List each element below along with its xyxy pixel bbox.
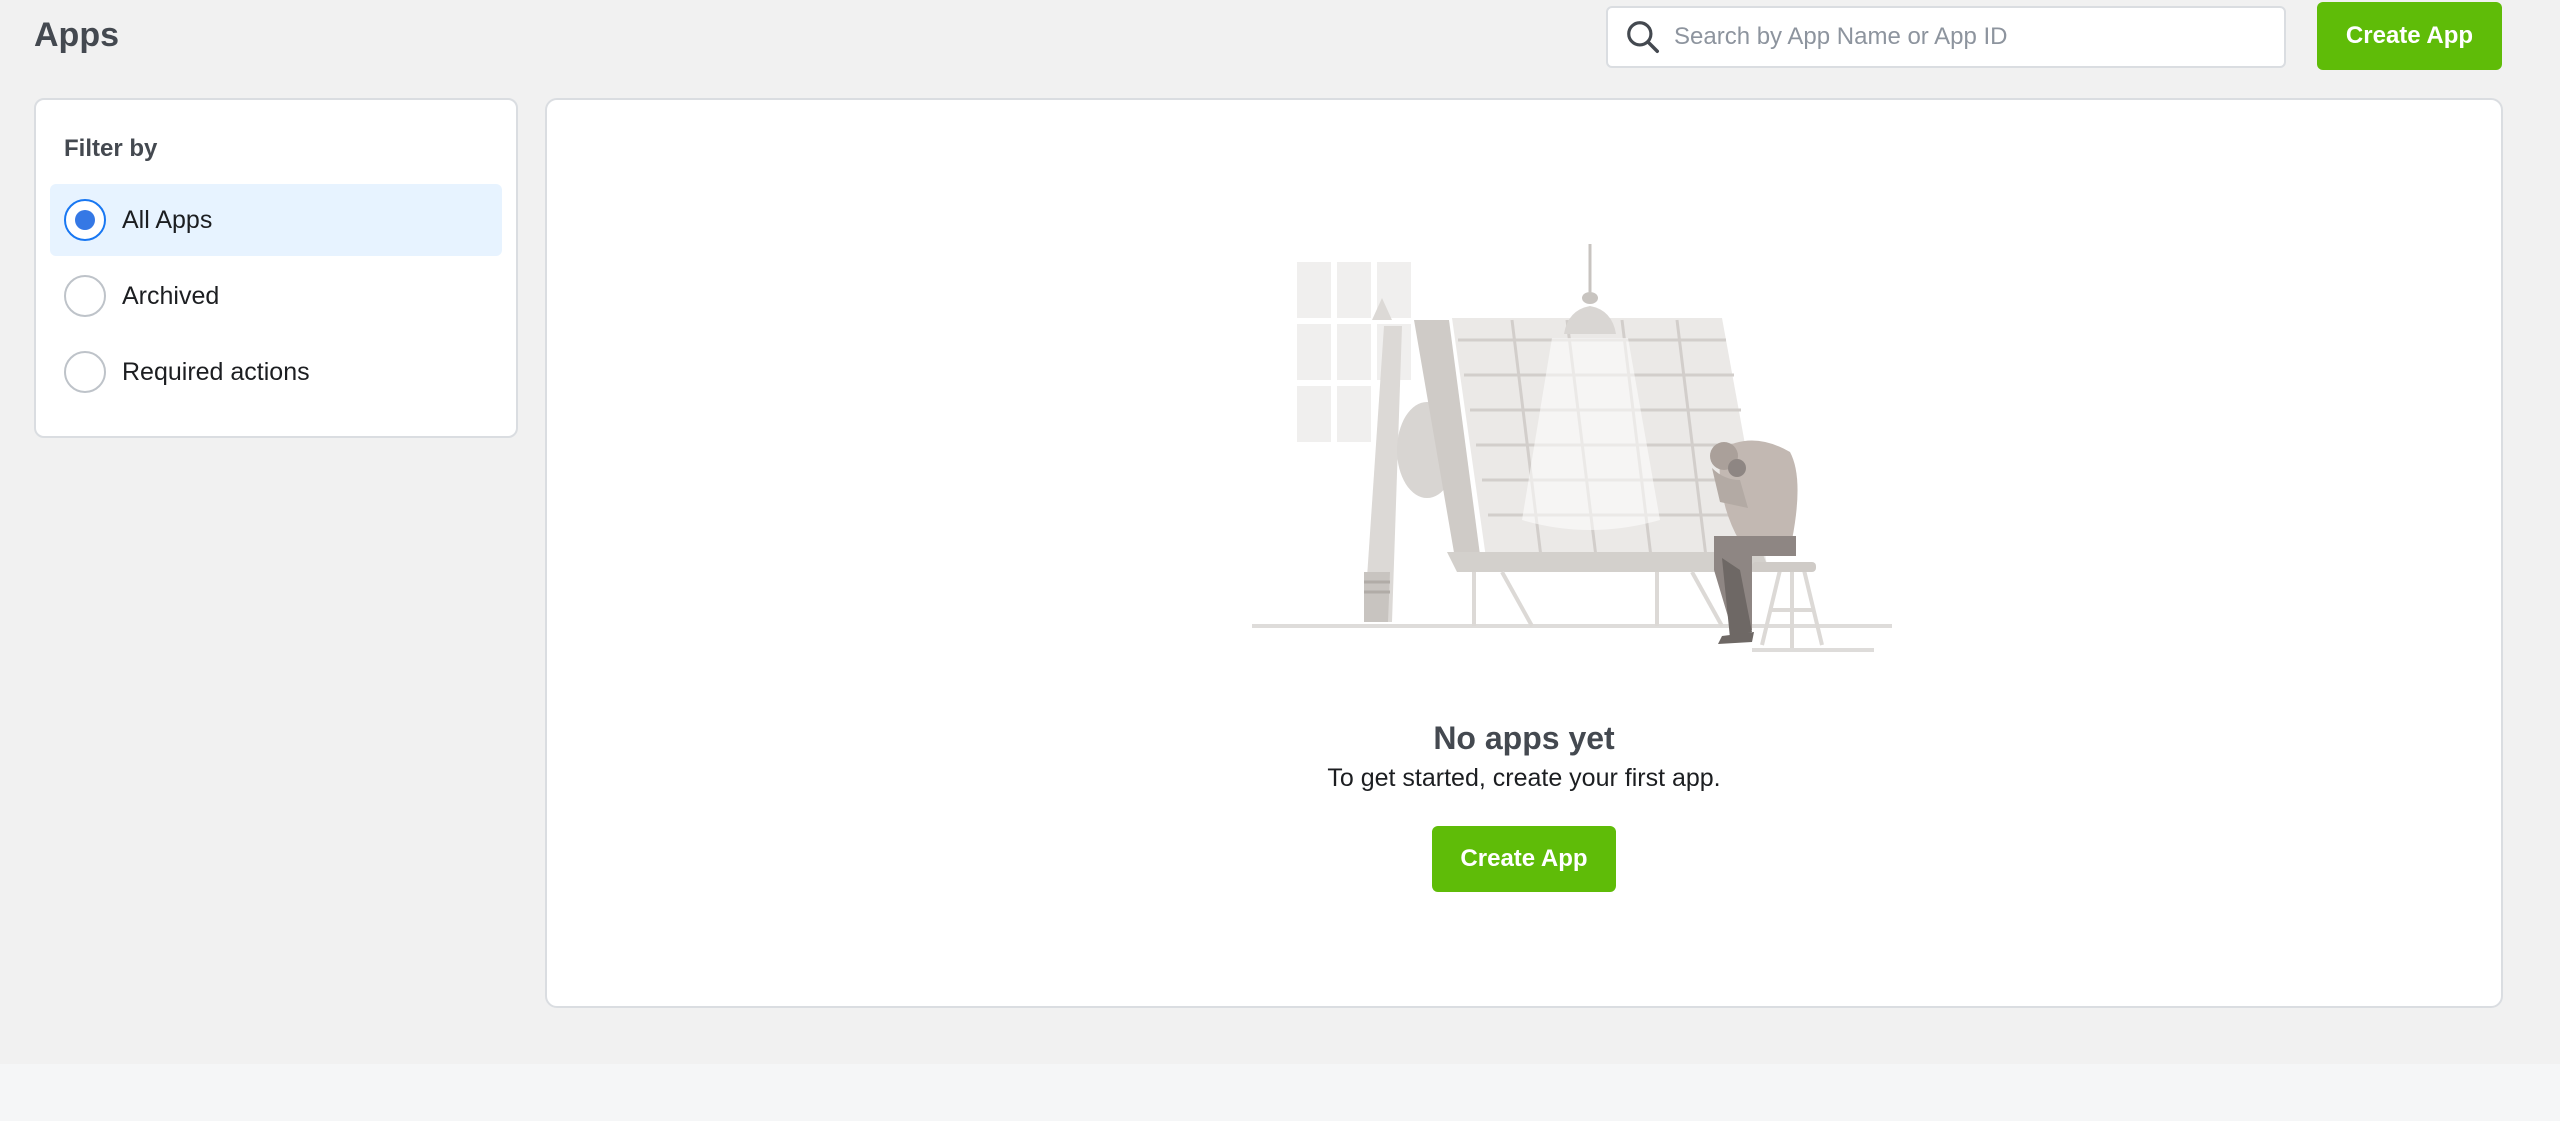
page-title: Apps: [34, 16, 119, 54]
filter-option-label: All Apps: [122, 205, 213, 234]
filter-option-required-actions[interactable]: Required actions: [50, 336, 502, 408]
page-footer: [0, 1064, 2560, 1121]
filter-option-all-apps[interactable]: All Apps: [50, 184, 502, 256]
apps-list-panel: No apps yet To get started, create your …: [545, 98, 2503, 1008]
radio-button-checked[interactable]: [64, 199, 106, 241]
search-icon: [1627, 21, 1659, 53]
empty-apps-illustration: [1252, 244, 1892, 652]
radio-button[interactable]: [64, 275, 106, 317]
filter-option-archived[interactable]: Archived: [50, 260, 502, 332]
filter-option-label: Required actions: [122, 357, 310, 386]
filter-option-label: Archived: [122, 281, 220, 310]
search-input[interactable]: [1674, 12, 2284, 62]
filter-panel: Filter by All Apps Archived Required act…: [34, 98, 518, 438]
empty-state-subtitle: To get started, create your first app.: [1327, 764, 1721, 792]
create-app-button-main[interactable]: Create App: [1432, 826, 1616, 892]
filter-title: Filter by: [64, 135, 158, 162]
search-box[interactable]: [1606, 6, 2286, 68]
radio-dot: [75, 210, 95, 230]
create-app-button-header[interactable]: Create App: [2317, 2, 2502, 70]
radio-button[interactable]: [64, 351, 106, 393]
empty-state-title: No apps yet: [1433, 720, 1615, 756]
